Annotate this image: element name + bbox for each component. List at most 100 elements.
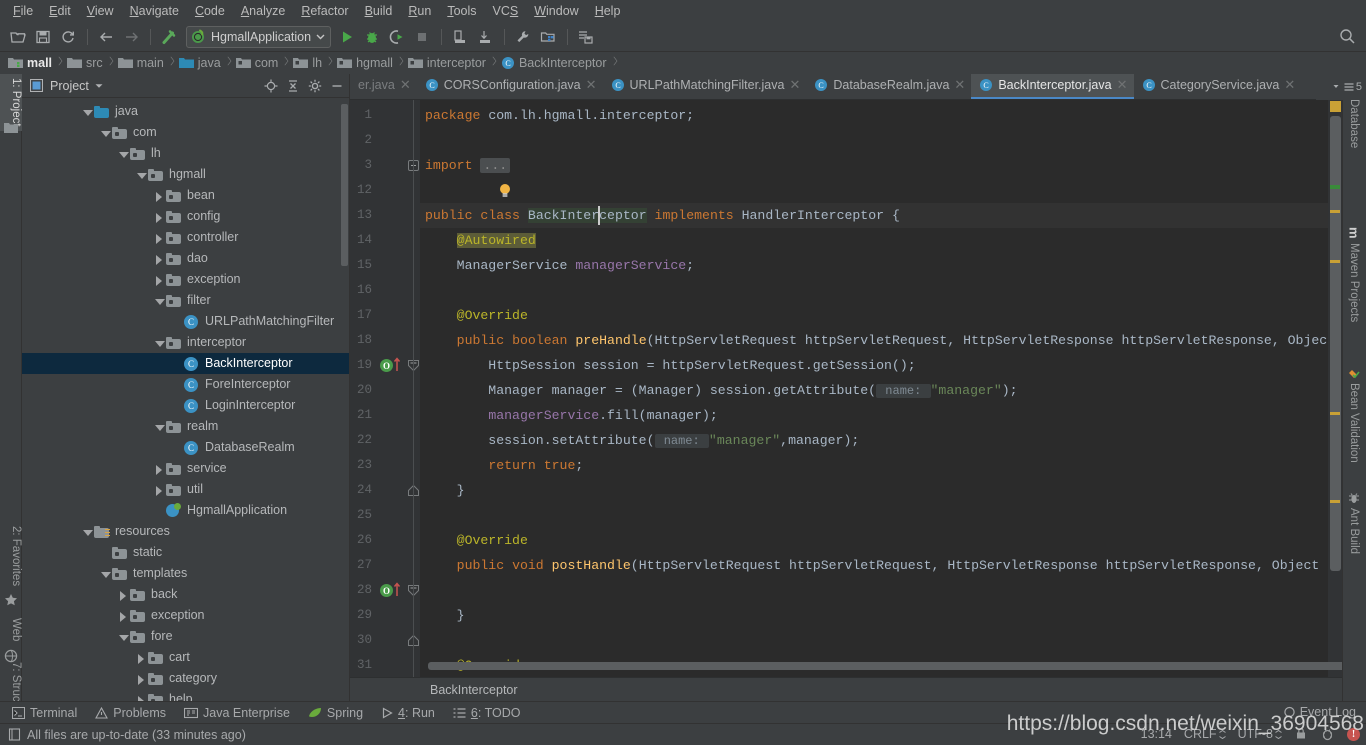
chevron-down-icon[interactable] [152,420,166,434]
tree-item-exception[interactable]: exception [22,269,349,290]
settings-gear-icon[interactable] [307,78,323,94]
tree-item-lh[interactable]: lh [22,143,349,164]
tree-item-com[interactable]: com [22,122,349,143]
tree-item-foreinterceptor[interactable]: C ForeInterceptor [22,374,349,395]
bottom-toolwindow-java-enterprise[interactable]: Java Enterprise [178,704,302,722]
chevron-right-icon[interactable] [116,609,130,623]
breadcrumb-item-com[interactable]: com [233,56,281,70]
tree-item-category[interactable]: category [22,668,349,689]
run-icon[interactable] [335,25,359,49]
menu-item-refactor[interactable]: Refactor [293,1,356,21]
chevron-down-icon[interactable] [80,105,94,119]
sidebar-item-favorites[interactable]: 2: Favorites [0,522,22,590]
menu-item-analyze[interactable]: Analyze [233,1,293,21]
chevron-down-icon[interactable] [95,82,103,90]
search-everywhere-icon[interactable] [1339,28,1356,45]
chevron-right-icon[interactable] [152,189,166,203]
update-app-icon[interactable] [448,25,472,49]
editor-tab-urlpathmatchingfilter[interactable]: C URLPathMatchingFilter.java ✕ [603,74,807,99]
breadcrumb-item-interceptor[interactable]: interceptor [405,56,488,70]
menu-item-help[interactable]: Help [587,1,629,21]
tree-item-filter[interactable]: filter [22,290,349,311]
chevron-right-icon[interactable] [152,273,166,287]
open-folder-icon[interactable] [6,25,30,49]
settings-wrench-icon[interactable] [511,25,535,49]
close-icon[interactable]: ✕ [586,78,597,91]
tree-item-realm[interactable]: realm [22,416,349,437]
breadcrumb-item-lh[interactable]: lh [290,56,324,70]
sidebar-item-ant-build[interactable]: Ant Build [1342,487,1366,559]
tree-item-fore[interactable]: fore [22,626,349,647]
editor-tab-categoryservice[interactable]: C CategoryService.java ✕ [1134,74,1302,99]
tree-item-java[interactable]: java [22,101,349,122]
breadcrumb-item-java[interactable]: java [176,56,223,70]
editor-marker-bar[interactable] [1328,100,1342,677]
menu-item-run[interactable]: Run [400,1,439,21]
tree-item-help[interactable]: help [22,689,349,701]
chevron-right-icon[interactable] [152,462,166,476]
chevron-right-icon[interactable] [134,693,148,701]
inspection-status-indicator[interactable] [1330,101,1341,112]
menu-item-file[interactable]: File [5,1,41,21]
chevron-down-icon[interactable] [116,630,130,644]
chevron-down-icon[interactable] [98,567,112,581]
tree-item-interceptor[interactable]: interceptor [22,332,349,353]
sdk-manager-icon[interactable] [574,25,598,49]
tab-list-icon[interactable]: 5 [1333,81,1362,93]
editor-tab-corsconfiguration[interactable]: C CORSConfiguration.java ✕ [417,74,603,99]
chevron-right-icon[interactable] [152,231,166,245]
intention-bulb-icon[interactable] [498,183,512,198]
editor-gutter[interactable]: 1 2 3 12 13 14 15 16 17 18 19 20 21 22 23 24 25 26 27 28 29 3… [350,100,420,677]
chevron-down-icon[interactable] [80,525,94,539]
collapse-all-icon[interactable] [285,78,301,94]
chevron-down-icon[interactable] [152,336,166,350]
chevron-down-icon[interactable] [316,32,325,41]
tree-item-service[interactable]: service [22,458,349,479]
project-tree[interactable]: java com lh hgmall bean config controller dao ex… [22,98,349,701]
tree-item-bean[interactable]: bean [22,185,349,206]
tree-item-controller[interactable]: controller [22,227,349,248]
editor-horizontal-scrollbar[interactable] [428,662,1342,670]
chevron-down-icon[interactable] [152,294,166,308]
close-icon[interactable]: ✕ [400,78,411,91]
breadcrumb-item-main[interactable]: main [115,56,166,70]
chevron-right-icon[interactable] [152,483,166,497]
menu-item-build[interactable]: Build [357,1,401,21]
editor-tab-databaserealm[interactable]: C DatabaseRealm.java ✕ [806,74,971,99]
tree-item-cart[interactable]: cart [22,647,349,668]
chevron-down-icon[interactable] [98,126,112,140]
project-tree-scrollbar[interactable] [341,104,348,266]
tree-item-dao[interactable]: dao [22,248,349,269]
bottom-toolwindow-terminal[interactable]: Terminal [6,704,89,722]
debug-icon[interactable] [360,25,384,49]
tree-item-config[interactable]: config [22,206,349,227]
chevron-down-icon[interactable] [116,147,130,161]
editor-tab-er[interactable]: er.java ✕ [350,74,417,99]
implementing-method-arrow-icon[interactable] [393,357,401,372]
menu-item-vcs[interactable]: VCS [485,1,527,21]
tree-item-back[interactable]: back [22,584,349,605]
sidebar-item-bean-validation[interactable]: Bean Validation [1342,362,1366,468]
override-method-marker-icon[interactable]: O [380,359,393,372]
breadcrumb-item-src[interactable]: src [64,56,105,70]
sidebar-item-web[interactable]: Web [0,614,22,645]
tree-item-hgmallapplication[interactable]: HgmallApplication [22,500,349,521]
tree-item-hgmall[interactable]: hgmall [22,164,349,185]
bottom-toolwindow-problems[interactable]: Problems [89,704,178,722]
run-configuration-selector[interactable]: HgmallApplication [186,25,332,48]
close-icon[interactable]: ✕ [1284,78,1295,91]
chevron-right-icon[interactable] [116,588,130,602]
tree-item-static[interactable]: static [22,542,349,563]
stop-icon[interactable] [410,25,434,49]
menu-item-tools[interactable]: Tools [439,1,484,21]
chevron-right-icon[interactable] [134,672,148,686]
bottom-toolwindow-run[interactable]: 4: Run [375,704,447,722]
tree-item-logininterceptor[interactable]: C LoginInterceptor [22,395,349,416]
save-all-icon[interactable] [31,25,55,49]
sync-refresh-icon[interactable] [56,25,80,49]
tree-item-urlpathmatchingfilter[interactable]: C URLPathMatchingFilter [22,311,349,332]
menu-item-code[interactable]: Code [187,1,233,21]
forward-arrow-icon[interactable] [119,25,143,49]
run-coverage-icon[interactable] [385,25,409,49]
breadcrumb-item-mall[interactable]: mall [5,56,54,70]
